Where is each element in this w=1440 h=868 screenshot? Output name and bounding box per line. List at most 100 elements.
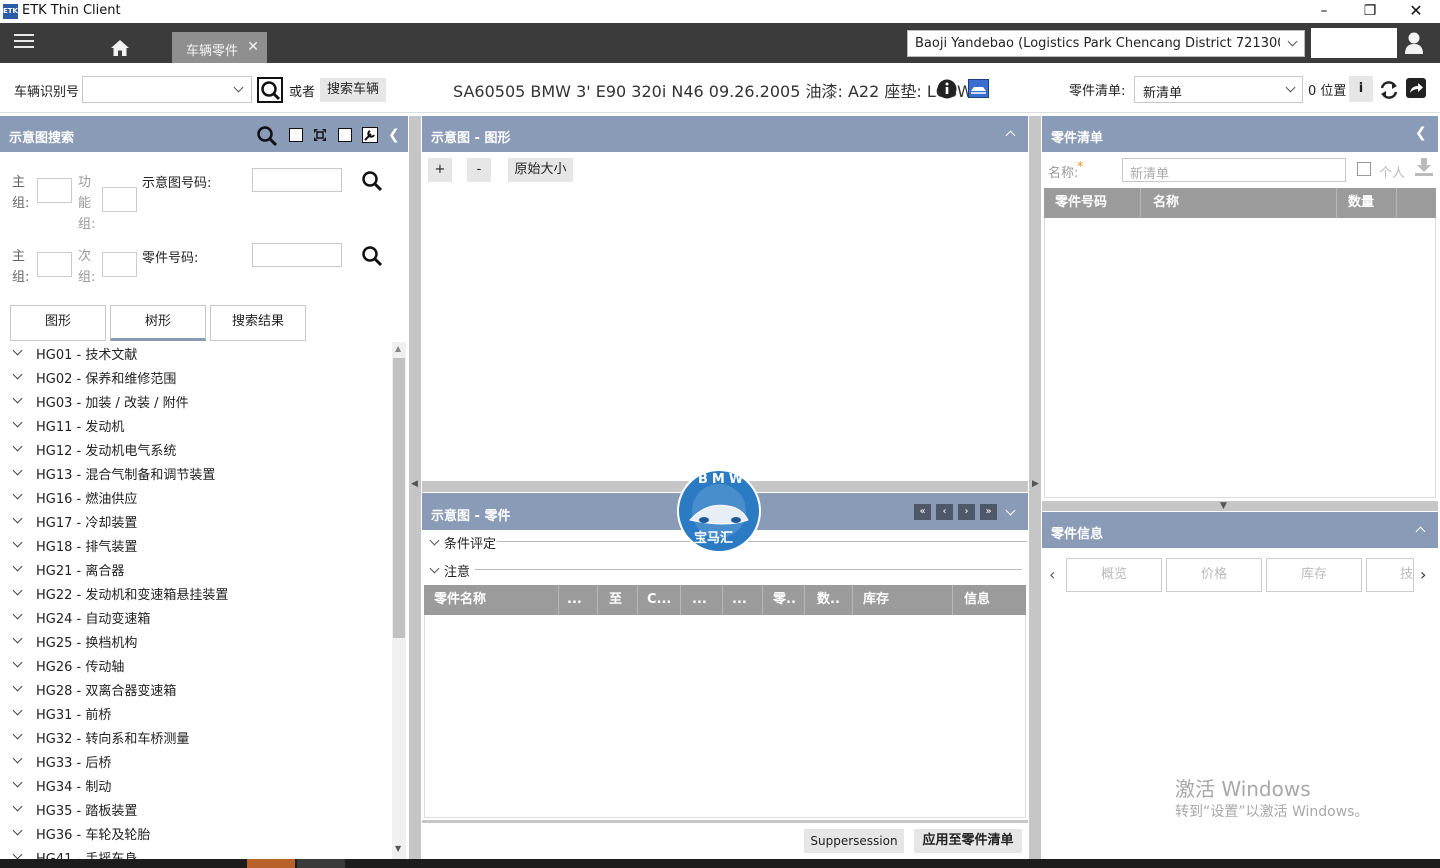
- tab-tree[interactable]: 树形: [110, 305, 206, 341]
- parts-list-table-body: [1044, 218, 1436, 498]
- scroll-left-icon[interactable]: ‹: [1049, 565, 1055, 584]
- chevron-down-icon[interactable]: [429, 535, 440, 546]
- vin-input[interactable]: [82, 76, 252, 103]
- sub-group-input[interactable]: [102, 252, 137, 277]
- tab-more[interactable]: 技: [1366, 558, 1414, 592]
- right-splitter[interactable]: ▶: [1029, 116, 1041, 859]
- checkbox-icon[interactable]: [289, 128, 303, 142]
- col-stock[interactable]: 库存: [863, 585, 889, 615]
- col-part-number[interactable]: 零件号码: [1055, 188, 1107, 218]
- col-part-no[interactable]: 零..: [773, 585, 796, 615]
- part-no-label: 零件号码:: [142, 251, 199, 266]
- tree-scrollbar[interactable]: ▲ ▼: [392, 342, 406, 859]
- diagram-canvas[interactable]: + - 原始大小: [422, 152, 1028, 480]
- list-info-button[interactable]: i: [1349, 76, 1373, 102]
- chevron-down-icon: [12, 417, 23, 428]
- col-name[interactable]: 名称: [1153, 188, 1179, 218]
- tab-stock[interactable]: 库存: [1266, 558, 1362, 592]
- vin-search-button[interactable]: [257, 77, 283, 103]
- tab-graphic[interactable]: 图形: [10, 305, 106, 341]
- last-page-icon[interactable]: »: [980, 504, 997, 520]
- caret-left-icon[interactable]: ◀: [411, 479, 418, 489]
- close-window-button[interactable]: ✕: [1393, 0, 1439, 23]
- collapse-left-icon[interactable]: ❮: [388, 127, 400, 143]
- conditions-label[interactable]: 条件评定: [444, 533, 496, 552]
- left-splitter[interactable]: ◀: [409, 116, 421, 859]
- search-icon[interactable]: [361, 245, 383, 267]
- export-icon[interactable]: [1405, 77, 1427, 99]
- chevron-up-icon[interactable]: [1005, 130, 1016, 141]
- col-info[interactable]: 信息: [964, 585, 990, 615]
- user-name-field[interactable]: [1311, 28, 1397, 58]
- search-vehicle-button[interactable]: 搜索车辆: [320, 78, 386, 102]
- close-tab-icon[interactable]: ✕: [247, 39, 259, 55]
- search-icon[interactable]: [361, 170, 383, 192]
- main-group-input-2[interactable]: [37, 252, 72, 277]
- caret-right-icon[interactable]: ▶: [1032, 479, 1039, 489]
- chevron-down-icon[interactable]: [429, 563, 440, 574]
- parts-list-select[interactable]: 新清单: [1134, 76, 1303, 103]
- user-icon[interactable]: [1404, 31, 1424, 55]
- vehicle-toolbar: 车辆识别号 或者 搜索车辆 SA60505 BMW 3' E90 320i N4…: [0, 63, 1440, 113]
- scroll-right-icon[interactable]: ›: [1420, 565, 1426, 584]
- tab-vehicle-parts[interactable]: 车辆零件 ✕: [172, 32, 267, 63]
- search-icon: [261, 81, 281, 101]
- zoom-out-button[interactable]: -: [467, 158, 491, 182]
- minimize-button[interactable]: –: [1301, 0, 1347, 23]
- next-page-icon[interactable]: ›: [958, 504, 975, 520]
- zoom-in-button[interactable]: +: [428, 158, 452, 182]
- caret-down-icon[interactable]: ▼: [1220, 501, 1227, 511]
- sub-group-label: 次组:: [78, 249, 96, 285]
- tab-overview[interactable]: 概览: [1066, 558, 1162, 592]
- col-to[interactable]: 至: [609, 585, 622, 615]
- refresh-icon[interactable]: [1379, 80, 1399, 100]
- dealer-select[interactable]: Baoji Yandebao (Logistics Park Chencang …: [907, 30, 1305, 57]
- suppersession-button[interactable]: Suppersession: [804, 829, 904, 853]
- main-group-input[interactable]: [37, 178, 72, 203]
- col-part-name[interactable]: 零件名称: [434, 585, 486, 615]
- wrench-icon[interactable]: [362, 127, 378, 143]
- taskbar-app-icon[interactable]: [247, 859, 295, 868]
- original-size-button[interactable]: 原始大小: [508, 158, 573, 182]
- parts-list-label: 零件清单:: [1069, 84, 1126, 99]
- chevron-down-icon: [12, 393, 23, 404]
- chevron-up-icon[interactable]: [1415, 526, 1426, 537]
- diagram-no-input[interactable]: [252, 168, 342, 192]
- right-horizontal-splitter[interactable]: ▼: [1042, 501, 1438, 511]
- tab-price[interactable]: 价格: [1166, 558, 1262, 592]
- info-circle-icon[interactable]: [937, 79, 957, 99]
- personal-checkbox[interactable]: [1357, 162, 1371, 176]
- top-navigation-bar: 车辆零件 ✕ Baoji Yandebao (Logistics Park Ch…: [0, 23, 1440, 63]
- col-dots-1[interactable]: ...: [567, 585, 582, 615]
- col-dots-2[interactable]: ...: [692, 585, 707, 615]
- notes-label[interactable]: 注意: [444, 561, 470, 580]
- prev-page-icon[interactable]: ‹: [936, 504, 953, 520]
- tab-search-results[interactable]: 搜索结果: [210, 305, 306, 341]
- col-quantity[interactable]: 数量: [1348, 188, 1374, 218]
- expand-icon[interactable]: [313, 128, 327, 142]
- col-c[interactable]: C...: [647, 585, 671, 615]
- collapse-right-icon[interactable]: ❮: [1415, 125, 1427, 141]
- col-qty[interactable]: 数..: [817, 585, 840, 615]
- part-no-input[interactable]: [252, 243, 342, 267]
- search-icon[interactable]: [256, 125, 278, 147]
- vehicle-image-icon[interactable]: [968, 79, 989, 98]
- list-name-input[interactable]: 新清单: [1122, 158, 1346, 182]
- func-group-input[interactable]: [102, 187, 137, 212]
- scrollbar-thumb[interactable]: [393, 358, 405, 638]
- restore-button[interactable]: ❐: [1347, 0, 1393, 23]
- first-page-icon[interactable]: «: [914, 504, 931, 520]
- home-icon[interactable]: [110, 39, 130, 57]
- scroll-down-icon[interactable]: ▼: [395, 844, 401, 853]
- chevron-down-icon: [12, 753, 23, 764]
- checkbox-icon[interactable]: [338, 128, 352, 142]
- chevron-down-icon: [12, 537, 23, 548]
- apply-to-parts-list-button[interactable]: 应用至零件清单: [914, 829, 1022, 853]
- activate-windows-title: 激活 Windows: [1175, 777, 1311, 801]
- chevron-down-icon: [12, 345, 23, 356]
- download-icon[interactable]: [1414, 157, 1434, 177]
- menu-icon[interactable]: [0, 23, 48, 63]
- scroll-up-icon[interactable]: ▲: [395, 344, 401, 353]
- taskbar-app-icon[interactable]: [297, 859, 345, 868]
- col-dots-3[interactable]: ...: [732, 585, 747, 615]
